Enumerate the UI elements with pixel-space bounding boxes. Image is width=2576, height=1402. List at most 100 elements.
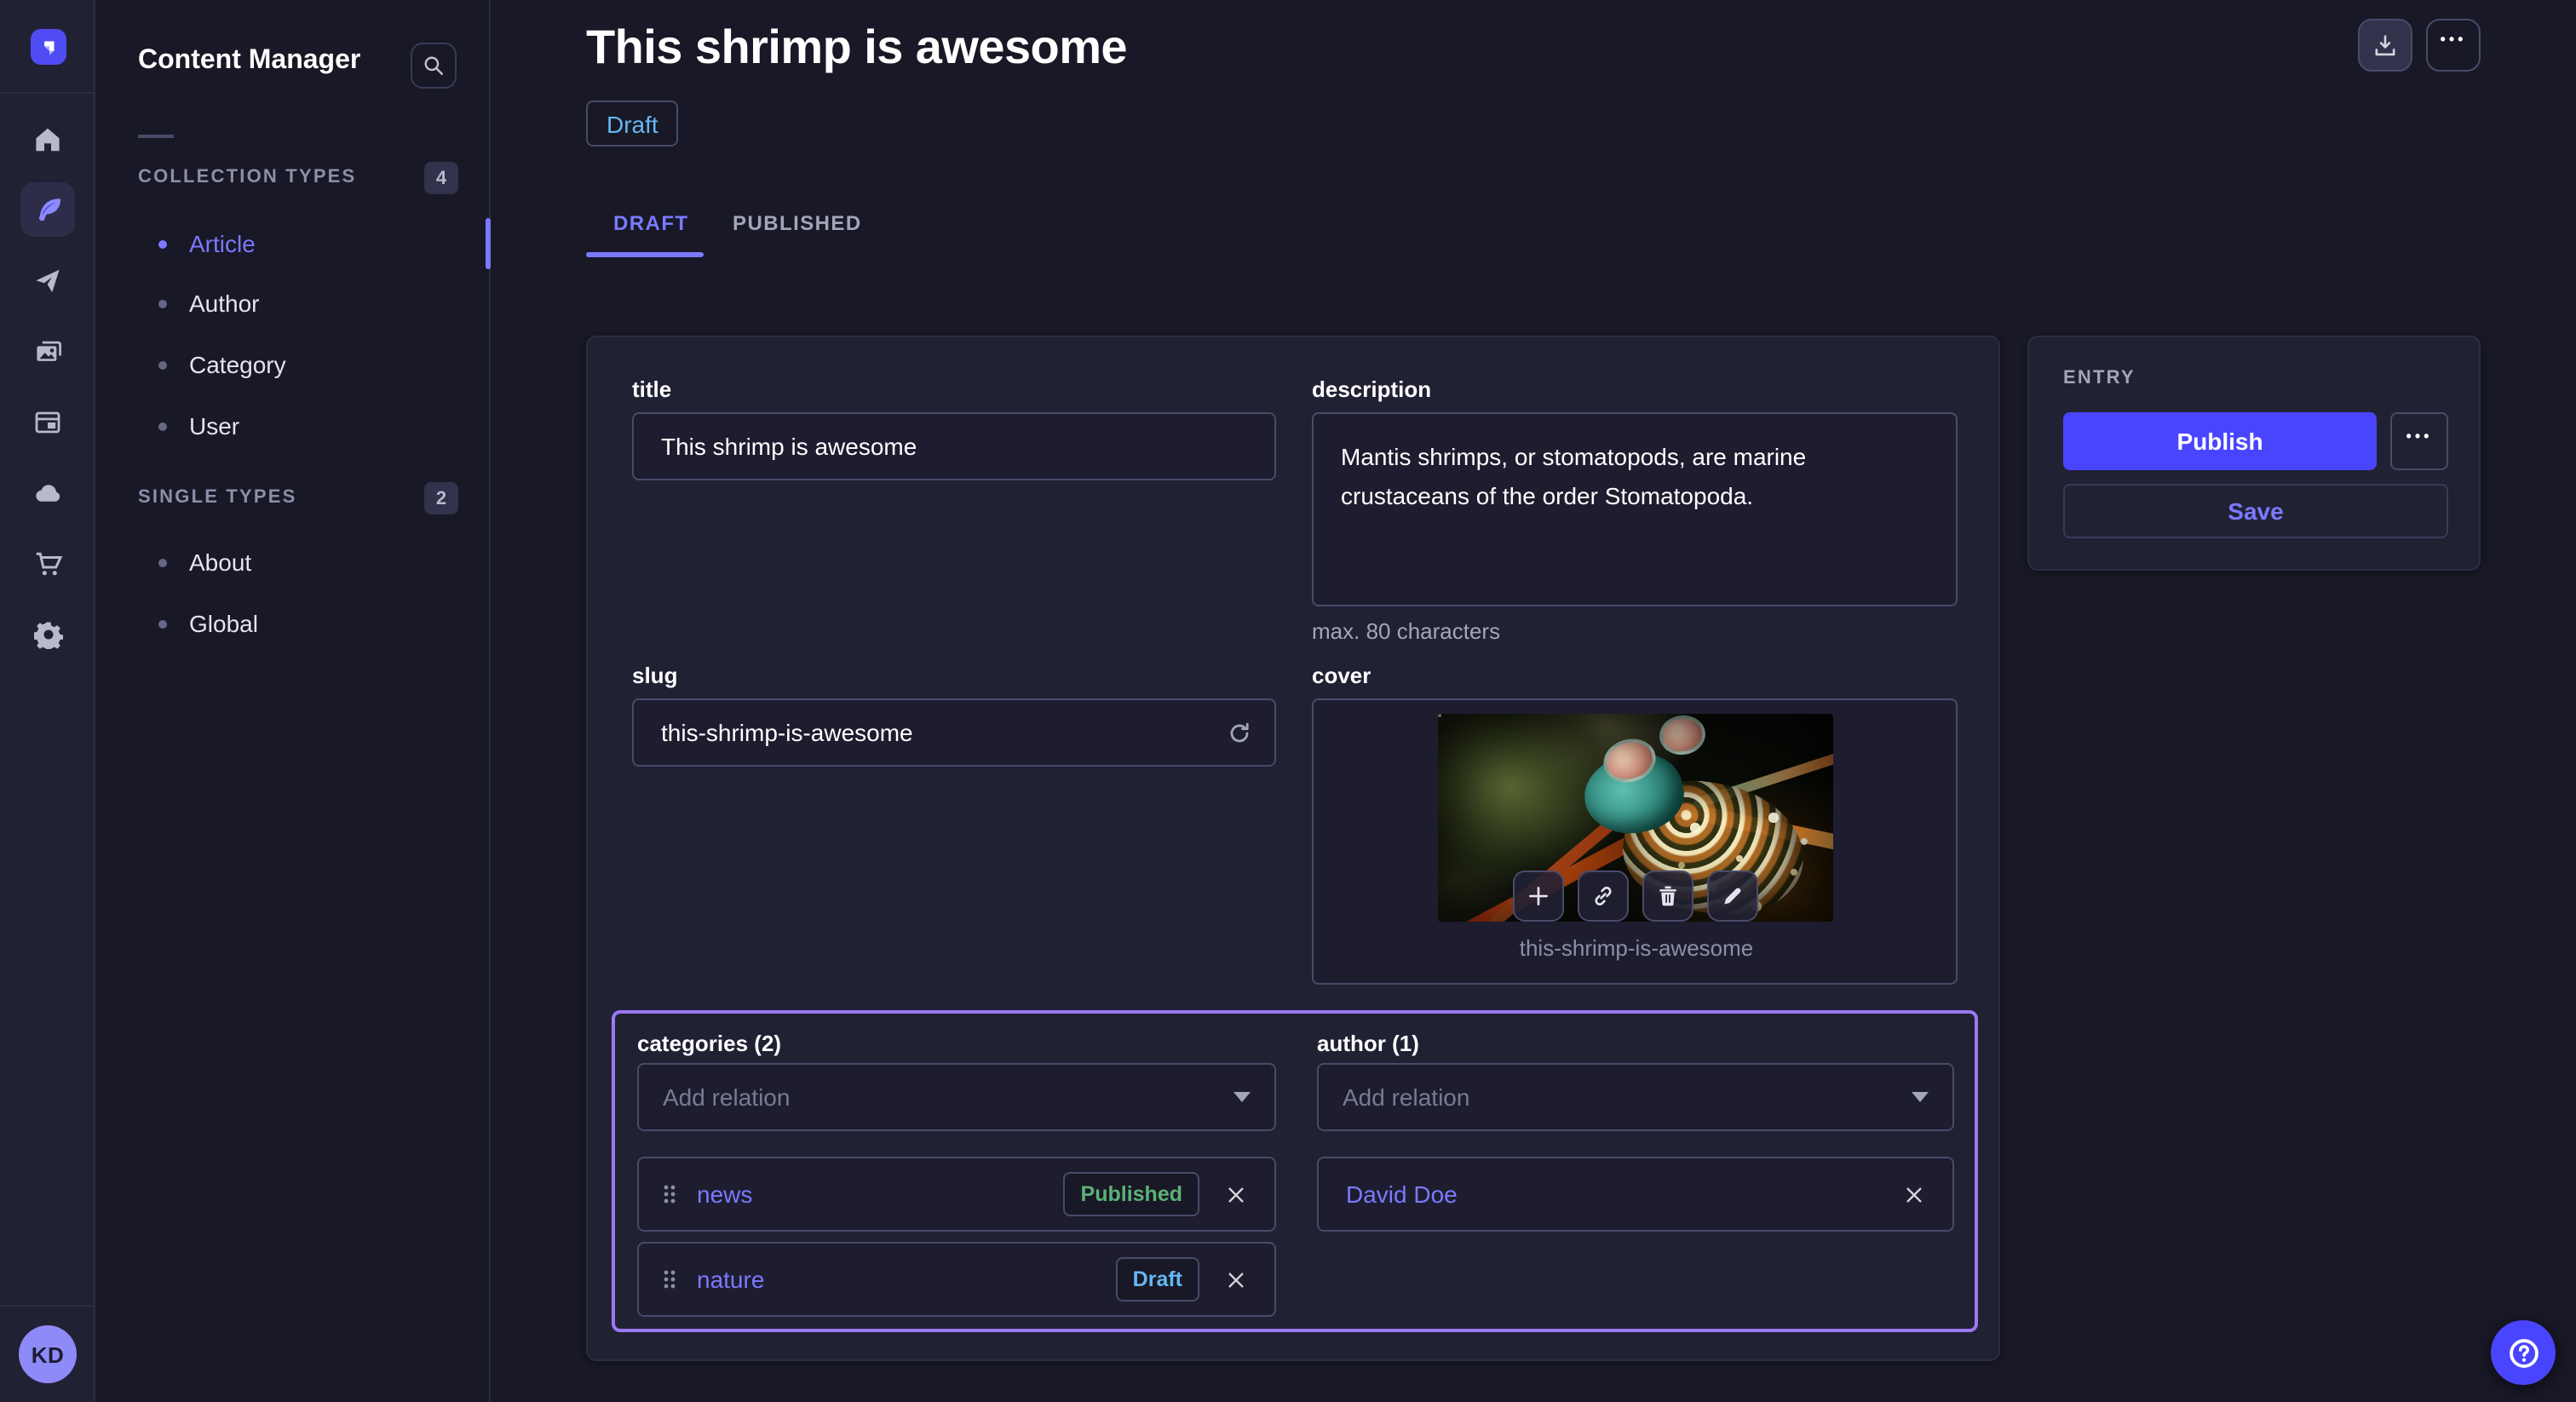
sidebar-item-about[interactable]: About	[95, 540, 491, 584]
relation-item-news[interactable]: news Published	[637, 1157, 1276, 1232]
categories-add-relation-combobox[interactable]: Add relation	[637, 1063, 1276, 1131]
sidebar-item-content-manager[interactable]	[20, 182, 75, 237]
bullet-icon	[158, 558, 167, 566]
cover-toolbar	[1513, 871, 1758, 922]
sidebar-item-category[interactable]: Category	[95, 342, 491, 387]
bullet-icon	[158, 239, 167, 248]
bullet-icon	[158, 360, 167, 369]
combobox-placeholder: Add relation	[1343, 1083, 1912, 1111]
section-single-types: SINGLE TYPES	[138, 487, 297, 508]
entry-panel-title: ENTRY	[2063, 368, 2136, 388]
relation-item-david-doe[interactable]: David Doe	[1317, 1157, 1954, 1232]
help-button[interactable]	[2491, 1320, 2556, 1385]
relation-link[interactable]: nature	[697, 1266, 764, 1293]
user-avatar[interactable]: KD	[19, 1325, 77, 1383]
nav-bottom-divider	[0, 1305, 95, 1307]
description-field-label: description	[1312, 376, 1431, 402]
title-input[interactable]	[632, 412, 1276, 480]
subnav-item-label: User	[189, 412, 239, 440]
edit-form-panel: title description Mantis shrimps, or sto…	[586, 336, 2000, 1361]
nav-divider	[0, 92, 95, 94]
publish-button[interactable]: Publish	[2063, 412, 2377, 470]
sidebar-item-settings[interactable]	[20, 606, 75, 661]
plus-icon	[1527, 884, 1550, 908]
strapi-logo-icon[interactable]	[31, 29, 66, 65]
link-icon	[1591, 884, 1615, 908]
cover-caption: this-shrimp-is-awesome	[1314, 935, 1959, 961]
active-item-indicator	[486, 218, 491, 269]
sidebar-item-article[interactable]: Article	[95, 221, 491, 266]
download-button[interactable]	[2358, 19, 2412, 72]
sidebar-item-home[interactable]	[20, 112, 75, 167]
save-button[interactable]: Save	[2063, 484, 2448, 538]
tab-published[interactable]: PUBLISHED	[733, 211, 862, 235]
subnav-title: Content Manager	[138, 46, 360, 77]
media-gallery-icon	[33, 336, 62, 365]
author-add-relation-combobox[interactable]: Add relation	[1317, 1063, 1954, 1131]
collection-types-count: 4	[424, 162, 458, 194]
drag-handle-icon[interactable]	[661, 1267, 678, 1291]
cover-copy-link-button[interactable]	[1578, 871, 1629, 922]
sidebar-item-author[interactable]: Author	[95, 281, 491, 325]
chevron-down-icon	[1912, 1092, 1929, 1102]
cover-field: this-shrimp-is-awesome	[1312, 698, 1958, 985]
ellipsis-icon: •••	[2406, 428, 2433, 454]
gear-icon	[33, 619, 62, 648]
categories-field-label: categories (2)	[637, 1031, 781, 1056]
remove-relation-button[interactable]	[1218, 1177, 1252, 1211]
slug-input[interactable]	[632, 698, 1276, 767]
single-types-count: 2	[424, 482, 458, 514]
subnav-item-label: Article	[189, 230, 256, 257]
paper-plane-icon	[34, 267, 61, 295]
description-textarea[interactable]: Mantis shrimps, or stomatopods, are mari…	[1312, 412, 1958, 606]
slug-field	[632, 698, 1276, 767]
relation-link[interactable]: David Doe	[1341, 1181, 1458, 1208]
entry-more-button[interactable]: •••	[2390, 412, 2448, 470]
cover-edit-button[interactable]	[1707, 871, 1758, 922]
more-actions-button[interactable]: •••	[2426, 19, 2481, 72]
sidebar-item-media-library[interactable]	[20, 324, 75, 378]
download-icon	[2373, 33, 2397, 57]
subnav-divider	[138, 135, 174, 138]
relation-item-nature[interactable]: nature Draft	[637, 1242, 1276, 1317]
remove-relation-button[interactable]	[1218, 1262, 1252, 1296]
title-field-label: title	[632, 376, 671, 402]
close-icon	[1224, 1183, 1246, 1205]
combobox-placeholder: Add relation	[663, 1083, 1233, 1111]
subnav-item-label: About	[189, 549, 251, 576]
sidebar-item-deploy[interactable]	[20, 465, 75, 520]
search-button[interactable]	[411, 43, 457, 89]
main-nav: KD	[0, 0, 95, 1402]
cover-field-label: cover	[1312, 663, 1371, 688]
slug-regenerate-button[interactable]	[1218, 712, 1259, 753]
shopping-cart-icon	[33, 549, 62, 578]
trash-icon	[1656, 884, 1680, 908]
question-mark-icon	[2507, 1336, 2539, 1369]
tab-draft[interactable]: DRAFT	[613, 211, 689, 235]
bullet-icon	[158, 619, 167, 628]
sidebar-item-content-type-builder[interactable]	[20, 395, 75, 450]
layout-card-icon	[34, 409, 61, 436]
relations-highlight-box: categories (2) Add relation news Publish…	[612, 1010, 1978, 1332]
cloud-icon	[33, 478, 62, 507]
cover-delete-button[interactable]	[1642, 871, 1693, 922]
bullet-icon	[158, 299, 167, 307]
remove-relation-button[interactable]	[1896, 1177, 1930, 1211]
active-tab-underline	[586, 252, 704, 257]
subnav-item-label: Category	[189, 351, 286, 378]
sidebar-item-user[interactable]: User	[95, 404, 491, 448]
relation-status-badge: Draft	[1116, 1257, 1199, 1301]
search-icon	[423, 55, 445, 77]
entry-panel: ENTRY Publish ••• Save	[2027, 336, 2481, 571]
sidebar-item-global[interactable]: Global	[95, 601, 491, 646]
app-window: KD Content Manager COLLECTION TYPES 4 Ar…	[0, 0, 2576, 1402]
sidebar-item-marketplace[interactable]	[20, 537, 75, 591]
bullet-icon	[158, 422, 167, 430]
relation-link[interactable]: news	[697, 1181, 752, 1208]
cover-add-button[interactable]	[1513, 871, 1564, 922]
drag-handle-icon[interactable]	[661, 1182, 678, 1206]
chevron-down-icon	[1233, 1092, 1251, 1102]
pencil-icon	[1721, 884, 1745, 908]
sidebar-item-releases[interactable]	[20, 254, 75, 308]
close-icon	[1902, 1183, 1924, 1205]
